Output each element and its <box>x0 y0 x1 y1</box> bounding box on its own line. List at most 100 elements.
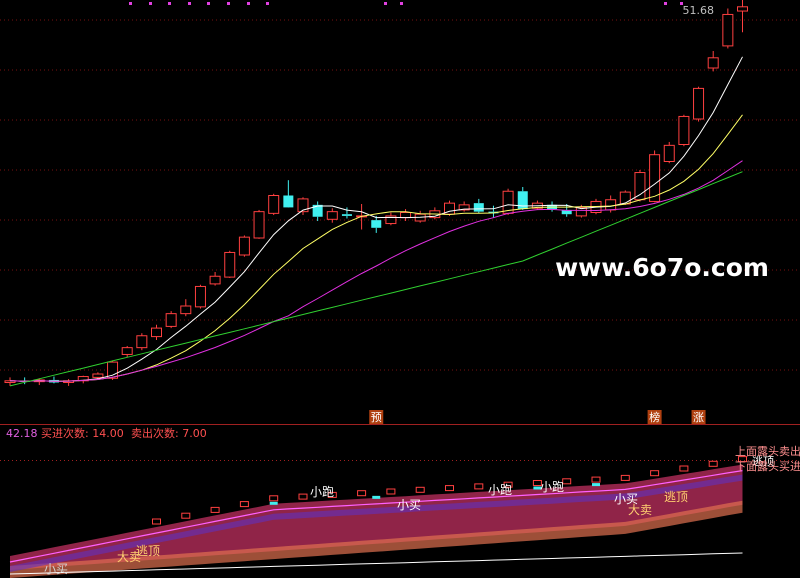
candle-body <box>634 172 646 201</box>
indicator-mark <box>152 518 161 525</box>
candle <box>283 180 294 208</box>
buy-count: 买进次数: 14.00 <box>41 426 124 440</box>
indicator-mark <box>679 465 689 472</box>
indicator-mark <box>708 460 718 467</box>
price-label: 51.68 <box>683 4 715 17</box>
candle <box>473 198 484 214</box>
indicator-mark <box>357 490 367 497</box>
label-damai-2: 大卖 <box>628 503 652 517</box>
candle <box>121 345 133 357</box>
label-taoding-2: 逃顶 <box>664 490 688 504</box>
indicator-mark-cyan <box>592 483 600 487</box>
candle-body <box>92 373 104 378</box>
label-xiaopao-1: 小跑 <box>310 485 334 499</box>
indicator-mark <box>650 470 660 477</box>
legend-buy: 下面露头买进 <box>735 460 800 473</box>
candle <box>737 0 748 33</box>
candle-body <box>121 347 133 355</box>
candle <box>385 212 397 226</box>
candle-body <box>253 211 265 239</box>
marker-dot <box>168 2 171 5</box>
candle-body <box>341 214 352 216</box>
indicator-mark <box>474 483 484 490</box>
candle-body <box>136 335 148 349</box>
candle <box>663 141 675 164</box>
candle <box>312 201 323 221</box>
candle <box>400 209 412 221</box>
candle-body <box>707 57 719 69</box>
candle <box>678 114 690 147</box>
candle-body <box>400 212 412 219</box>
candle <box>224 250 236 278</box>
candle-body <box>693 87 705 120</box>
candle <box>326 208 338 223</box>
candle <box>444 200 455 216</box>
label-xiaopao-3: 小跑 <box>540 480 564 494</box>
marker-dot <box>188 2 191 5</box>
candle-body <box>224 251 236 278</box>
candle <box>209 272 221 286</box>
marker-dot <box>266 2 269 5</box>
candle <box>180 299 192 317</box>
top-marker-dots <box>129 2 683 5</box>
candle-series <box>4 0 748 386</box>
candle <box>429 207 441 220</box>
candle-body <box>371 220 382 228</box>
candle-body <box>605 199 617 211</box>
price-grid <box>0 19 800 461</box>
label-taoding: 逃顶 <box>136 544 160 558</box>
candle <box>722 8 734 49</box>
indicator-mark-cyan <box>269 501 278 505</box>
indicator-mark-cyan <box>372 495 381 499</box>
candle <box>48 376 59 384</box>
candle <box>707 51 719 72</box>
candle-body <box>283 195 294 208</box>
candle-body <box>165 313 177 327</box>
signal-marker-text: 涨 <box>693 411 704 424</box>
candle-body <box>268 195 280 214</box>
marker-dot <box>129 2 132 5</box>
signal-marker-text: 预 <box>371 411 382 424</box>
candle-body <box>238 236 250 256</box>
chart-stage: 预 榜 涨 51.68 www.6o7o.com 42.18 买进次数: 14.00… <box>0 0 800 578</box>
candle-body <box>737 6 748 12</box>
candle <box>517 187 528 210</box>
marker-dot <box>149 2 152 5</box>
candle <box>253 209 265 239</box>
marker-dot <box>664 2 667 5</box>
indicator-mark <box>591 476 601 483</box>
candle-body <box>678 115 690 145</box>
candle-body <box>473 203 484 212</box>
candle <box>165 311 177 329</box>
indicator-mark <box>269 495 279 502</box>
candle <box>268 193 280 216</box>
indicator-mark <box>620 474 630 481</box>
candle-body <box>722 13 734 47</box>
candle <box>371 215 382 233</box>
marker-dot <box>400 2 403 5</box>
candle-body <box>151 327 162 338</box>
label-xiaopao-2: 小跑 <box>488 483 512 497</box>
watermark: www.6o7o.com <box>555 253 769 282</box>
candle <box>151 324 162 340</box>
marker-dot <box>207 2 210 5</box>
indicator-mark <box>415 486 425 493</box>
indicator-mark <box>445 485 454 492</box>
label-xiaomai: 小买 <box>44 562 68 576</box>
marker-dot <box>247 2 250 5</box>
candle-body <box>663 144 675 163</box>
indicator-mark <box>386 488 396 495</box>
candle-body <box>619 191 631 205</box>
indicator-mark <box>181 512 191 519</box>
sell-count: 卖出次数: 7.00 <box>131 426 207 440</box>
candle-body <box>180 305 192 315</box>
candle-body <box>326 211 338 220</box>
candle <box>63 379 75 386</box>
indicator-mark <box>210 506 220 513</box>
candle-body <box>209 275 221 285</box>
indicator-mark <box>239 501 249 508</box>
indicator-value: 42.18 <box>6 427 38 440</box>
marker-dot <box>227 2 230 5</box>
signal-markers: 预榜涨 <box>369 410 706 424</box>
indicator-mark <box>298 493 308 500</box>
